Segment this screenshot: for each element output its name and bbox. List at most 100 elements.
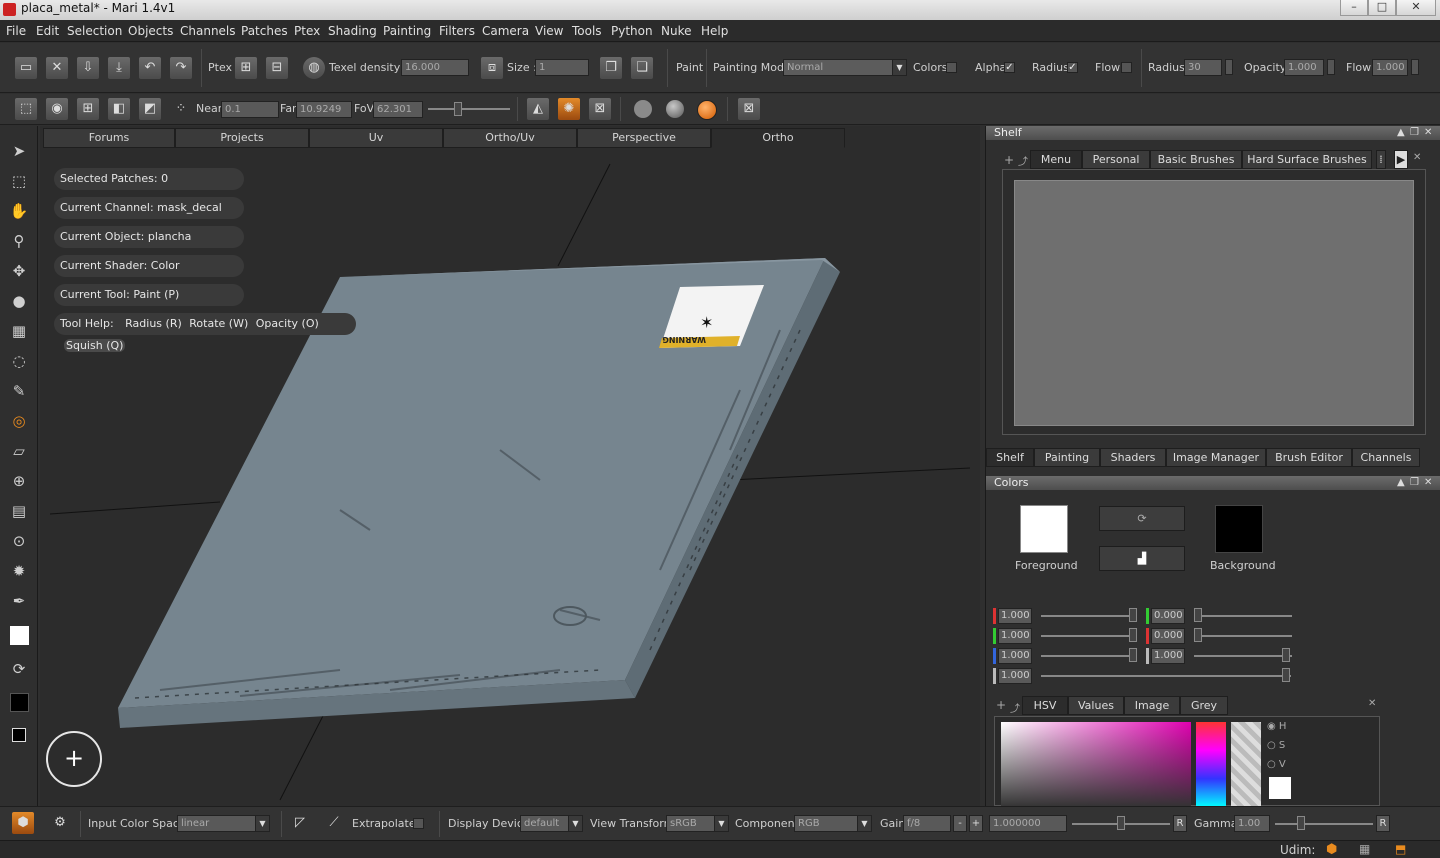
fg-green-slider[interactable] xyxy=(1041,635,1137,637)
color-management-icon[interactable]: ⬢ xyxy=(12,812,34,834)
picker-tab-hsv[interactable]: HSV xyxy=(1022,696,1068,715)
panel-collapse-icon[interactable]: ▲ xyxy=(1397,126,1405,140)
paint-brush-icon[interactable]: ◎ xyxy=(9,411,29,431)
dots-grid-icon[interactable]: ⁘ xyxy=(170,98,192,120)
gamma-field[interactable]: 1.00 xyxy=(1234,815,1270,832)
fg-red-field[interactable]: 1.000 xyxy=(998,608,1032,624)
menu-view[interactable]: View xyxy=(535,24,563,38)
save-icon[interactable]: ⇩ xyxy=(77,57,99,79)
cube-view-icon[interactable]: ⬚ xyxy=(15,98,37,120)
input-color-space-dropdown[interactable]: linear ▼ xyxy=(177,815,270,832)
flat-shade-icon[interactable] xyxy=(634,100,652,118)
shelf-menu-icon[interactable]: ⤴ xyxy=(1018,153,1028,168)
gain-slider-handle[interactable] xyxy=(1117,816,1125,830)
bg-red-handle[interactable] xyxy=(1194,608,1202,622)
frame-all-icon[interactable]: ⊞ xyxy=(77,98,99,120)
panel-tab-channels[interactable]: Channels xyxy=(1352,448,1420,467)
udim-hexagon-icon[interactable]: ⬢ xyxy=(1326,842,1337,857)
fg-red-handle[interactable] xyxy=(1129,608,1137,622)
grid-project-icon[interactable]: ▦ xyxy=(9,321,29,341)
extrapolate-checkbox[interactable] xyxy=(413,818,424,829)
shelf-tab-personal[interactable]: Personal xyxy=(1082,150,1150,169)
fov-field[interactable]: 62.301 xyxy=(373,101,423,118)
radio-h[interactable]: ◉ H xyxy=(1267,721,1286,732)
picker-tab-values[interactable]: Values xyxy=(1068,696,1124,715)
undo-icon[interactable]: ↶ xyxy=(139,57,161,79)
gamma-slider-handle[interactable] xyxy=(1297,816,1305,830)
picker-tab-image[interactable]: Image xyxy=(1124,696,1180,715)
globe-icon[interactable]: ◍ xyxy=(303,57,325,79)
bg-blue-handle[interactable] xyxy=(1282,648,1290,662)
lut-icon[interactable]: ◸ xyxy=(289,812,311,834)
menu-help[interactable]: Help xyxy=(701,24,728,38)
menu-file[interactable]: File xyxy=(6,24,26,38)
menu-shading[interactable]: Shading xyxy=(328,24,377,38)
tab-ortho-uv[interactable]: Ortho/Uv xyxy=(443,128,577,148)
settings-gear-icon[interactable]: ⚙ xyxy=(49,812,71,834)
bg-green-field[interactable]: 0.000 xyxy=(1151,628,1185,644)
projection-icon[interactable]: ◩ xyxy=(139,98,161,120)
far-field[interactable]: 10.9249 xyxy=(296,101,352,118)
shelf-close-icon[interactable]: ✕ xyxy=(1413,152,1421,163)
bg-blue-field[interactable]: 1.000 xyxy=(1151,648,1185,664)
picker-close-icon[interactable]: ✕ xyxy=(1368,698,1376,709)
tab-ortho[interactable]: Ortho xyxy=(711,128,845,148)
picker-menu-icon[interactable]: ⤴ xyxy=(1010,700,1020,715)
menu-filters[interactable]: Filters xyxy=(439,24,475,38)
pan-hand-icon[interactable]: ✋ xyxy=(9,201,29,221)
tab-perspective[interactable]: Perspective xyxy=(577,128,711,148)
component-dropdown[interactable]: RGB ▼ xyxy=(794,815,872,832)
alpha-checkbox[interactable]: ✓ xyxy=(1004,62,1015,73)
opacity-slider-handle[interactable] xyxy=(1327,59,1335,75)
copy-patch-icon[interactable]: ❐ xyxy=(600,57,622,79)
radio-v[interactable]: ○ V xyxy=(1267,759,1286,770)
foreground-swatch[interactable] xyxy=(10,626,29,645)
3d-viewport[interactable]: Forums Projects Uv Ortho/Uv Perspective … xyxy=(40,126,980,806)
lasso-icon[interactable]: ◌ xyxy=(9,351,29,371)
marquee-select-icon[interactable]: ⬚ xyxy=(9,171,29,191)
wireframe-toggle-icon[interactable]: ⊠ xyxy=(738,98,760,120)
size-field[interactable]: 1 xyxy=(535,59,589,76)
shelf-scroll-right-icon[interactable]: ▶ xyxy=(1394,150,1408,169)
paste-patch-icon[interactable]: ❏ xyxy=(631,57,653,79)
bg-blue-slider[interactable] xyxy=(1194,655,1292,657)
flow-field[interactable]: 1.000 xyxy=(1372,59,1408,76)
close-project-icon[interactable]: ✕ xyxy=(46,57,68,79)
swap-colors-icon[interactable]: ⟳ xyxy=(9,659,29,679)
menu-nuke[interactable]: Nuke xyxy=(661,24,692,38)
opacity-field[interactable]: 1.000 xyxy=(1284,59,1324,76)
size-scale-icon[interactable]: ⧈ xyxy=(481,57,503,79)
menu-objects[interactable]: Objects xyxy=(128,24,173,38)
menu-ptex[interactable]: Ptex xyxy=(294,24,320,38)
udim-lock-icon[interactable]: ⬒ xyxy=(1395,842,1406,856)
menu-edit[interactable]: Edit xyxy=(36,24,59,38)
saturation-value-field[interactable] xyxy=(1001,722,1191,807)
fg-green-handle[interactable] xyxy=(1129,628,1137,642)
isolate-icon[interactable]: ◧ xyxy=(108,98,130,120)
radius-field[interactable]: 30 xyxy=(1184,59,1222,76)
shelf-tab-hard-surface-brushes[interactable]: Hard Surface Brushes xyxy=(1242,150,1372,169)
reset-colors-icon[interactable]: ▟ xyxy=(1099,546,1185,571)
select-icon[interactable]: ➤ xyxy=(9,141,29,161)
maximize-button[interactable]: □ xyxy=(1368,0,1396,16)
panel-tab-image-manager[interactable]: Image Manager xyxy=(1166,448,1266,467)
fov-slider-handle[interactable] xyxy=(454,102,462,116)
bg-red-slider[interactable] xyxy=(1194,615,1292,617)
shelf-content-area[interactable] xyxy=(1014,180,1414,426)
drop-icon[interactable]: ● xyxy=(9,291,29,311)
gain-reset-button[interactable]: R xyxy=(1173,815,1187,832)
gamma-reset-button[interactable]: R xyxy=(1376,815,1390,832)
fg-alpha-handle[interactable] xyxy=(1282,668,1290,682)
fg-alpha-slider[interactable] xyxy=(1041,675,1291,677)
panel-tab-painting[interactable]: Painting xyxy=(1034,448,1100,467)
gain-fstop-field[interactable]: f/8 xyxy=(903,815,951,832)
menu-painting[interactable]: Painting xyxy=(383,24,431,38)
panel-close-icon[interactable]: ✕ xyxy=(1424,126,1432,140)
hue-strip[interactable] xyxy=(1196,722,1226,807)
foreground-color-swatch[interactable] xyxy=(1020,505,1068,553)
panel-float-icon[interactable]: ❐ xyxy=(1410,126,1419,140)
radio-s[interactable]: ○ S xyxy=(1267,740,1285,751)
smooth-shade-icon[interactable] xyxy=(666,100,684,118)
add-shelf-icon[interactable]: + xyxy=(1004,153,1014,167)
new-file-icon[interactable]: ▭ xyxy=(15,57,37,79)
